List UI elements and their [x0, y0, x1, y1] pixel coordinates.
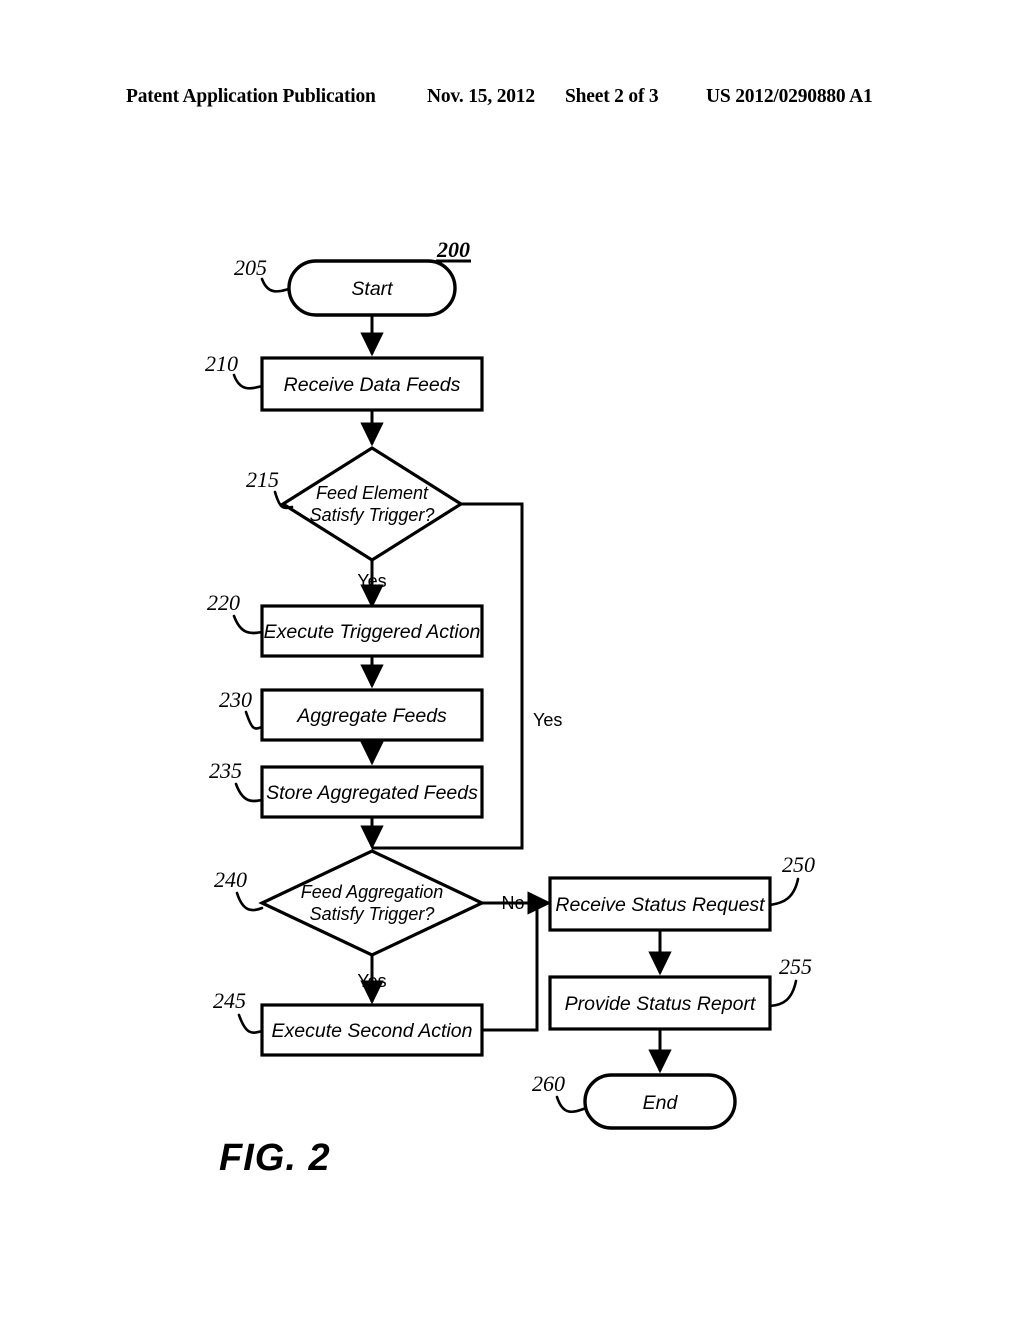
ref-leader-245: 245: [213, 988, 264, 1034]
figure-caption: FIG. 2: [219, 1137, 331, 1179]
node-decision-feed-element[interactable]: Feed Element Satisfy Trigger?: [279, 446, 465, 562]
diagram-ref-200-text: 200: [436, 237, 470, 262]
edge-label-215-right: Yes: [533, 710, 562, 730]
ref-num-235: 235: [209, 758, 242, 783]
node-execute-second-action[interactable]: Execute Second Action: [260, 1003, 484, 1057]
edge-label-240-yes: Yes: [357, 971, 386, 991]
ref-num-220: 220: [207, 590, 240, 615]
ref-num-240: 240: [214, 867, 247, 892]
decision-feed-element-label-line2: Satisfy Trigger?: [310, 505, 435, 525]
ref-num-215: 215: [246, 467, 279, 492]
ref-num-205: 205: [234, 255, 267, 280]
ref-leader-240: 240: [214, 867, 264, 912]
ref-leader-line-220: [232, 614, 264, 635]
ref-leader-line-230: [244, 710, 264, 730]
ref-leader-250: 250: [768, 852, 815, 907]
ref-num-260: 260: [532, 1071, 565, 1096]
ref-num-245: 245: [213, 988, 246, 1013]
node-end[interactable]: End: [583, 1073, 737, 1130]
node-execute-triggered-action[interactable]: Execute Triggered Action: [260, 604, 484, 658]
node-receive-status-request[interactable]: Receive Status Request: [548, 876, 772, 932]
ref-num-255: 255: [779, 954, 812, 979]
node-receive-data-feeds[interactable]: Receive Data Feeds: [260, 356, 484, 412]
ref-leader-260: 260: [532, 1071, 588, 1114]
ref-leader-255: 255: [768, 954, 812, 1008]
end-label: End: [643, 1092, 679, 1114]
diagram-ref-200: 200: [436, 237, 471, 263]
edge-execute-second-action-to-receive-status-request: [482, 903, 539, 1032]
decision-feed-aggregation-label-line1: Feed Aggregation: [301, 882, 443, 902]
decision-feed-aggregation-shape[interactable]: [258, 849, 486, 957]
decision-feed-aggregation-label-line2: Satisfy Trigger?: [310, 904, 435, 924]
ref-leader-line-235: [234, 782, 264, 803]
flowchart-diagram: 200 Start 205 Receive Data Feeds 210 Fee…: [205, 237, 815, 1130]
node-start[interactable]: Start: [287, 259, 457, 317]
ref-leader-235: 235: [209, 758, 264, 803]
receive-status-request-label: Receive Status Request: [555, 894, 766, 916]
execute-second-action-label: Execute Second Action: [272, 1020, 473, 1042]
node-decision-feed-aggregation[interactable]: Feed Aggregation Satisfy Trigger?: [258, 849, 486, 957]
patent-drawing-page: Patent Application Publication Nov. 15, …: [0, 0, 1024, 1320]
aggregate-feeds-label: Aggregate Feeds: [296, 705, 447, 727]
ref-leader-line-250: [768, 877, 800, 907]
receive-data-feeds-label: Receive Data Feeds: [284, 374, 461, 396]
ref-leader-230: 230: [219, 687, 264, 730]
start-label: Start: [351, 278, 394, 300]
node-aggregate-feeds[interactable]: Aggregate Feeds: [260, 688, 484, 742]
ref-num-230: 230: [219, 687, 252, 712]
ref-leader-205: 205: [234, 255, 291, 293]
edge-label-240-no: No: [501, 893, 524, 913]
node-provide-status-report[interactable]: Provide Status Report: [548, 975, 772, 1031]
edge-label-215-yes: Yes: [357, 571, 386, 591]
ref-leader-210: 210: [205, 351, 264, 390]
ref-leader-line-210: [232, 373, 264, 390]
ref-leader-line-205: [260, 277, 291, 293]
execute-triggered-action-label: Execute Triggered Action: [264, 621, 481, 643]
decision-feed-element-shape[interactable]: [279, 446, 465, 562]
ref-num-250: 250: [782, 852, 815, 877]
ref-leader-line-255: [768, 979, 798, 1008]
provide-status-report-label: Provide Status Report: [565, 993, 757, 1015]
node-store-aggregated-feeds[interactable]: Store Aggregated Feeds: [260, 765, 484, 819]
ref-num-210: 210: [205, 351, 238, 376]
ref-leader-line-240: [235, 891, 264, 912]
store-aggregated-feeds-label: Store Aggregated Feeds: [266, 782, 478, 804]
ref-leader-line-260: [555, 1095, 588, 1114]
ref-leader-220: 220: [207, 590, 264, 635]
decision-feed-element-label-line1: Feed Element: [316, 483, 429, 503]
ref-leader-line-245: [237, 1013, 264, 1034]
